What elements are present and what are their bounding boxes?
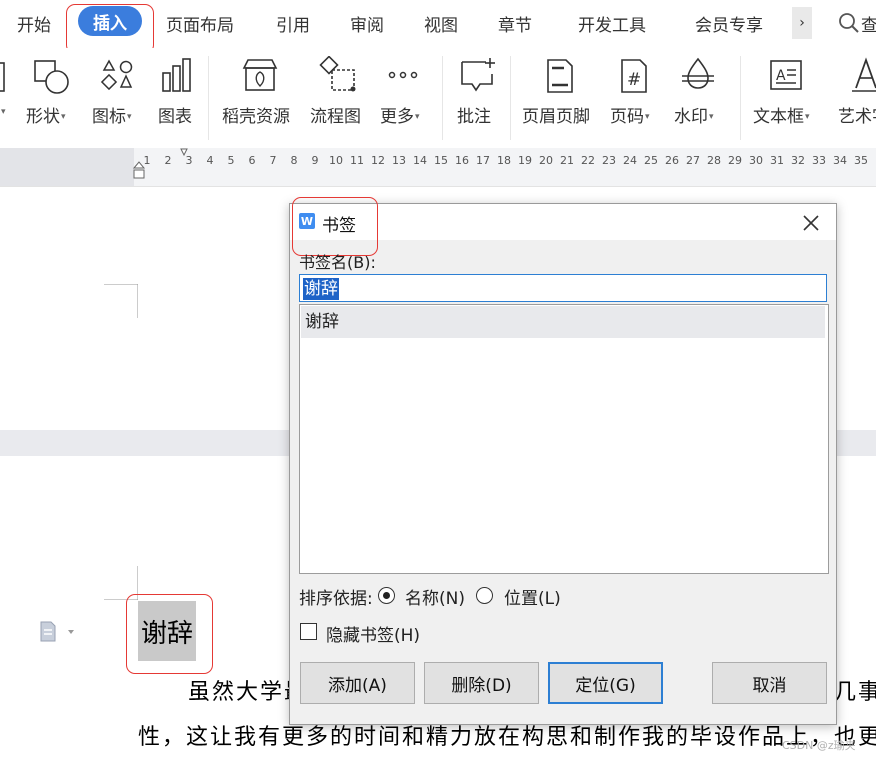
list-item[interactable]: 谢辞 <box>301 306 825 338</box>
hide-bookmarks-label[interactable]: 隐藏书签(H) <box>326 621 420 646</box>
document-paragraph-line-tail[interactable]: 几事都 <box>834 674 876 706</box>
svg-text:A: A <box>776 68 786 84</box>
tab-view[interactable]: 视图 <box>424 11 458 36</box>
page-number-button[interactable]: # 页码▾ <box>608 48 660 148</box>
chart-icon <box>162 58 191 92</box>
horizontal-ruler[interactable]: 6543211234567891011121314151617181920212… <box>0 148 876 187</box>
dialog-title: 书签 <box>322 216 356 236</box>
picture-icon <box>0 62 5 92</box>
sort-by-label: 排序依据: <box>299 589 373 609</box>
header-footer-icon <box>547 59 573 93</box>
wordart-button[interactable]: 艺术字 <box>836 48 876 148</box>
ribbon-toolbar: ▾ 形状▾ 图标▾ 图表 稻壳资源 流程图 更多▾ 批注 页眉页脚 # 页码▾ … <box>0 48 876 148</box>
watermark-button[interactable]: 水印▾ <box>672 48 728 148</box>
tab-home[interactable]: 开始 <box>17 11 51 36</box>
store-icon <box>242 59 278 91</box>
ruler-markers <box>0 148 188 186</box>
svg-text:#: # <box>627 70 641 90</box>
dialog-titlebar[interactable]: W 书签 <box>290 204 836 240</box>
watermark-icon <box>682 57 714 89</box>
page-corner-mark <box>104 284 138 318</box>
comment-icon <box>461 58 495 92</box>
tab-review[interactable]: 审阅 <box>350 11 384 36</box>
document-heading[interactable]: 谢辞 <box>138 601 196 661</box>
delete-button[interactable]: 删除(D) <box>424 662 539 704</box>
add-button[interactable]: 添加(A) <box>300 662 415 704</box>
chevron-right-icon: › <box>799 15 805 31</box>
flowchart-icon <box>319 56 356 92</box>
sort-by-name-label[interactable]: 名称(N) <box>405 584 465 609</box>
icon-library-icon <box>100 59 133 91</box>
toolbar-divider <box>510 56 511 140</box>
goto-button[interactable]: 定位(G) <box>548 662 663 704</box>
wordart-icon <box>852 57 876 92</box>
more-dots-icon <box>388 71 418 79</box>
flowchart-button[interactable]: 流程图 <box>308 48 368 148</box>
page-corner-mark <box>104 566 138 600</box>
hide-bookmarks-checkbox[interactable] <box>300 623 317 640</box>
wps-logo-icon: W <box>299 213 315 229</box>
toolbar-divider <box>208 56 209 140</box>
tab-membership[interactable]: 会员专享 <box>695 11 763 36</box>
textbox-icon: A <box>770 60 802 90</box>
shapes-icon <box>34 60 69 94</box>
sort-by-position-radio[interactable] <box>476 587 493 604</box>
tab-developer[interactable]: 开发工具 <box>578 11 646 36</box>
shapes-button[interactable]: 形状▾ <box>26 48 74 148</box>
picture-button[interactable]: ▾ <box>0 48 14 148</box>
toolbar-divider <box>740 56 741 140</box>
toolbar-divider <box>442 56 443 140</box>
search-label: 查 <box>861 16 876 36</box>
tab-page-layout[interactable]: 页面布局 <box>166 11 234 36</box>
chart-button[interactable]: 图表 <box>156 48 196 148</box>
tab-section[interactable]: 章节 <box>498 11 532 36</box>
search-icon <box>839 13 859 33</box>
sort-by-position-label[interactable]: 位置(L) <box>504 584 561 609</box>
page-number-icon: # <box>621 59 647 93</box>
icons-button[interactable]: 图标▾ <box>92 48 144 148</box>
more-button[interactable]: 更多▾ <box>378 48 430 148</box>
textbox-button[interactable]: A 文本框▾ <box>753 48 823 148</box>
header-footer-button[interactable]: 页眉页脚 <box>522 48 596 148</box>
source-watermark: CSDN @z瑜夹 <box>782 739 856 752</box>
more-tabs-button[interactable]: › <box>792 7 812 39</box>
daoke-resources-button[interactable]: 稻壳资源 <box>222 48 298 148</box>
ribbon-tab-bar: 开始 插入 页面布局 引用 审阅 视图 章节 开发工具 会员专享 › 查 <box>0 0 876 54</box>
bookmark-name-input[interactable]: 谢辞 <box>299 274 827 302</box>
bookmark-list[interactable]: 谢辞 <box>299 304 829 574</box>
paragraph-style-icon[interactable] <box>38 620 78 644</box>
cancel-button[interactable]: 取消 <box>712 662 827 704</box>
bookmark-name-value: 谢辞 <box>303 278 339 300</box>
bookmark-name-label: 书签名(B): <box>299 253 376 272</box>
tab-references[interactable]: 引用 <box>276 11 310 36</box>
close-icon[interactable] <box>798 210 824 236</box>
bookmark-dialog: W 书签 书签名(B): 谢辞 谢辞 排序依据: 名称(N) 位置(L) 隐藏书… <box>289 197 837 725</box>
search-button[interactable]: 查 <box>836 9 876 37</box>
comment-button[interactable]: 批注 <box>456 48 496 148</box>
tab-insert[interactable]: 插入 <box>78 6 142 36</box>
sort-by-name-radio[interactable] <box>378 587 395 604</box>
